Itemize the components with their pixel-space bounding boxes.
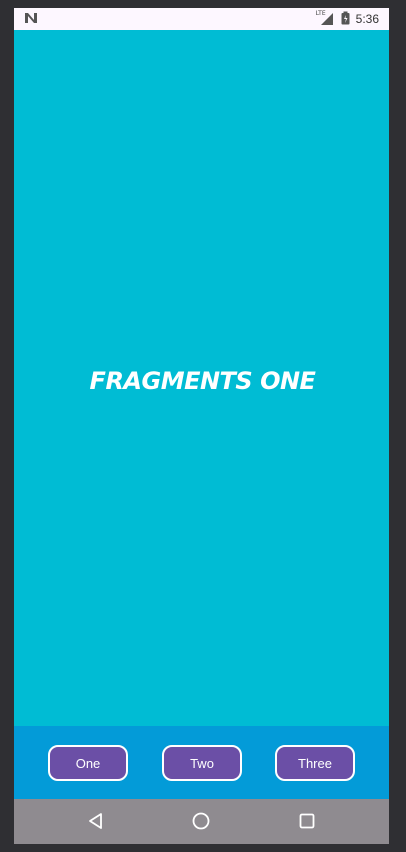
recents-square-icon[interactable] xyxy=(297,811,317,831)
two-button[interactable]: Two xyxy=(162,745,242,781)
fragment-button-bar: One Two Three xyxy=(14,726,389,799)
status-time: 5:36 xyxy=(355,12,379,26)
home-circle-icon[interactable] xyxy=(191,811,211,831)
n-notification-icon xyxy=(24,12,38,27)
status-left xyxy=(24,12,38,27)
fragment-container: FRAGMENTS ONE xyxy=(14,30,389,726)
one-button[interactable]: One xyxy=(48,745,128,781)
signal-icon: LTE xyxy=(316,10,335,26)
system-navigation-bar xyxy=(14,799,389,844)
status-bar: LTE 5:36 xyxy=(14,8,389,30)
battery-icon xyxy=(341,11,350,28)
three-button[interactable]: Three xyxy=(275,745,355,781)
status-right: LTE 5:36 xyxy=(316,10,379,28)
phone-screen: LTE 5:36 FRAGMENTS ONE One Two Three xyxy=(14,8,389,844)
fragment-title: FRAGMENTS ONE xyxy=(89,366,316,395)
back-triangle-icon[interactable] xyxy=(86,811,106,831)
